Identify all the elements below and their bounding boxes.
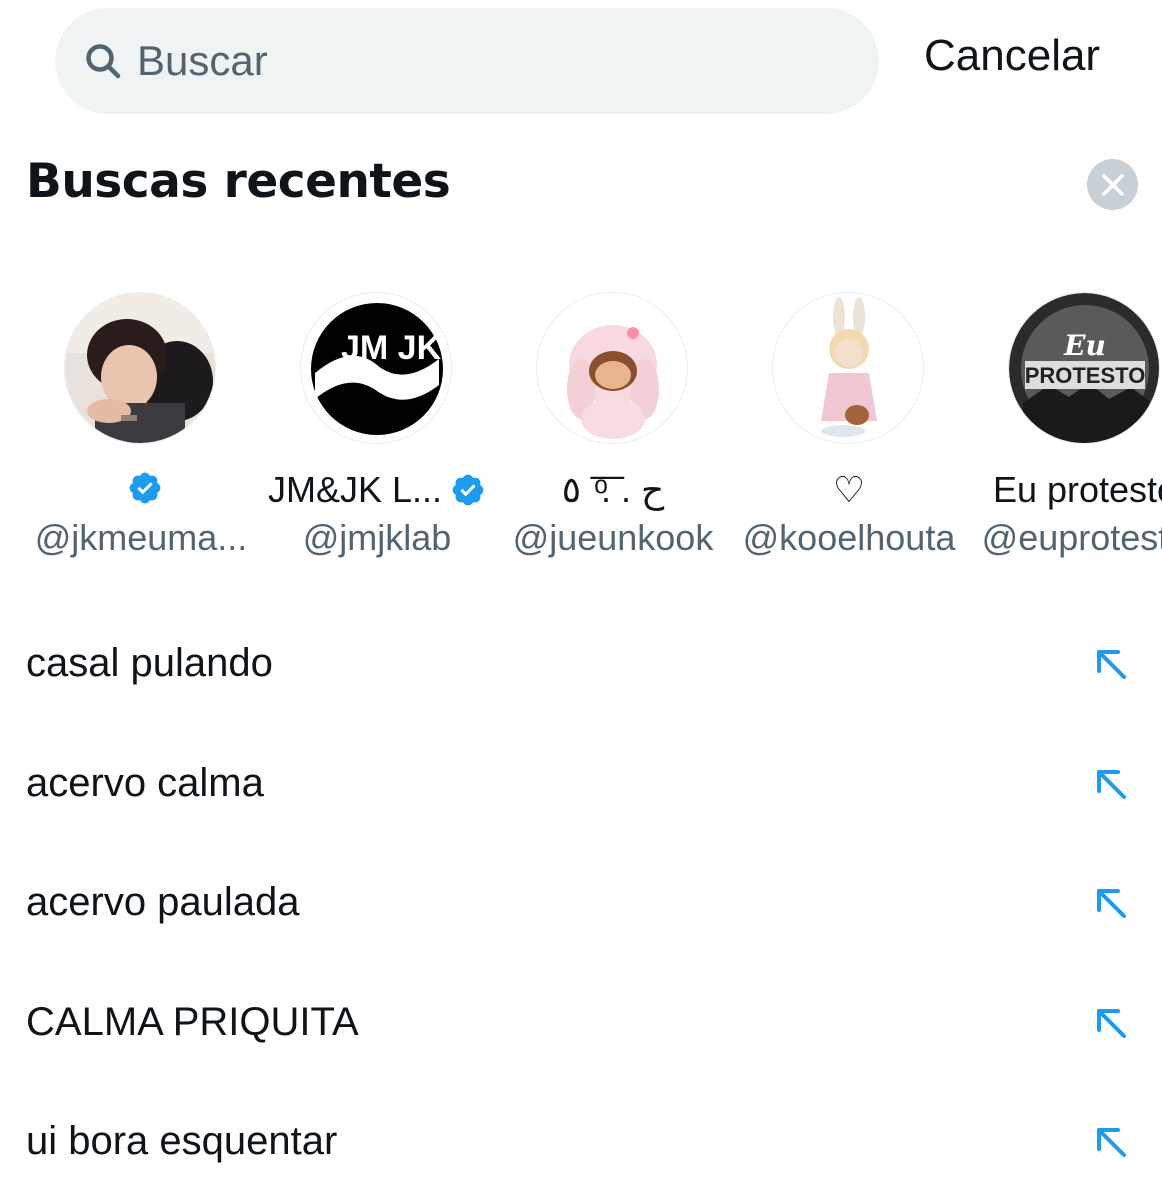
- recent-account-card[interactable]: ♡ @kooelhouta: [731, 290, 967, 560]
- avatar: [64, 292, 216, 444]
- recent-searches-list: casal pulando acervo calma acervo paulad…: [0, 605, 1162, 1203]
- svg-text:JM JK: JM JK: [341, 329, 442, 367]
- recent-search-label: ui bora esquentar: [26, 1119, 338, 1163]
- account-name: ح . . ͦ͞ ٥: [561, 469, 665, 510]
- avatar: Eu PROTESTO: [1008, 292, 1160, 444]
- recent-search-item[interactable]: acervo paulada: [0, 844, 1162, 964]
- account-handle: @kooelhouta: [742, 517, 956, 558]
- recent-account-card[interactable]: ح . . ͦ͞ ٥ @jueunkook: [495, 290, 731, 560]
- recent-search-item[interactable]: casal pulando: [0, 605, 1162, 725]
- fill-search-arrow-icon[interactable]: [1094, 767, 1128, 801]
- search-box[interactable]: [55, 8, 879, 114]
- account-handle: @jmjklab: [302, 517, 452, 558]
- avatar: [536, 292, 688, 444]
- verified-badge-icon: [127, 470, 163, 506]
- fill-search-arrow-icon[interactable]: [1094, 1125, 1128, 1159]
- account-name: [23, 470, 259, 506]
- svg-text:PROTESTO: PROTESTO: [1025, 363, 1146, 388]
- account-handle: @jueunkook: [512, 517, 714, 558]
- recent-search-item[interactable]: acervo calma: [0, 725, 1162, 845]
- search-header: Cancelar: [0, 0, 1162, 125]
- recent-search-label: acervo paulada: [26, 880, 300, 924]
- recent-accounts-carousel[interactable]: @jkmeuma... JM JK JM&JK L... @jmjklab ح …: [0, 290, 1162, 570]
- recent-search-item[interactable]: CALMA PRIQUITA: [0, 964, 1162, 1084]
- account-name: Eu protesto: [992, 469, 1162, 510]
- account-handle: @euprotesto: [981, 517, 1162, 558]
- fill-search-arrow-icon[interactable]: [1094, 1006, 1128, 1040]
- recent-account-card[interactable]: @jkmeuma...: [23, 290, 259, 560]
- fill-search-arrow-icon[interactable]: [1094, 886, 1128, 920]
- recent-search-item[interactable]: ui bora esquentar: [0, 1083, 1162, 1203]
- close-icon: [1100, 172, 1126, 198]
- search-input[interactable]: [137, 37, 817, 85]
- recent-search-label: CALMA PRIQUITA: [26, 999, 359, 1044]
- section-title: Buscas recentes: [26, 154, 451, 209]
- search-icon: [83, 41, 123, 81]
- clear-recent-button[interactable]: [1087, 159, 1138, 210]
- cancel-button[interactable]: Cancelar: [924, 30, 1100, 83]
- svg-text:Eu: Eu: [1063, 329, 1106, 362]
- avatar: JM JK: [300, 292, 452, 444]
- verified-badge-icon: [450, 472, 486, 508]
- recent-search-label: acervo calma: [26, 760, 264, 805]
- recent-account-card[interactable]: JM JK JM&JK L... @jmjklab: [259, 290, 495, 560]
- avatar: [772, 292, 924, 444]
- recent-account-card[interactable]: Eu PROTESTO Eu protesto @euprotesto: [967, 290, 1162, 560]
- account-name: ♡: [832, 469, 866, 510]
- account-name: JM&JK L...: [259, 470, 495, 510]
- fill-search-arrow-icon[interactable]: [1094, 647, 1128, 681]
- recent-search-label: casal pulando: [26, 641, 273, 685]
- account-handle: @jkmeuma...: [34, 517, 248, 558]
